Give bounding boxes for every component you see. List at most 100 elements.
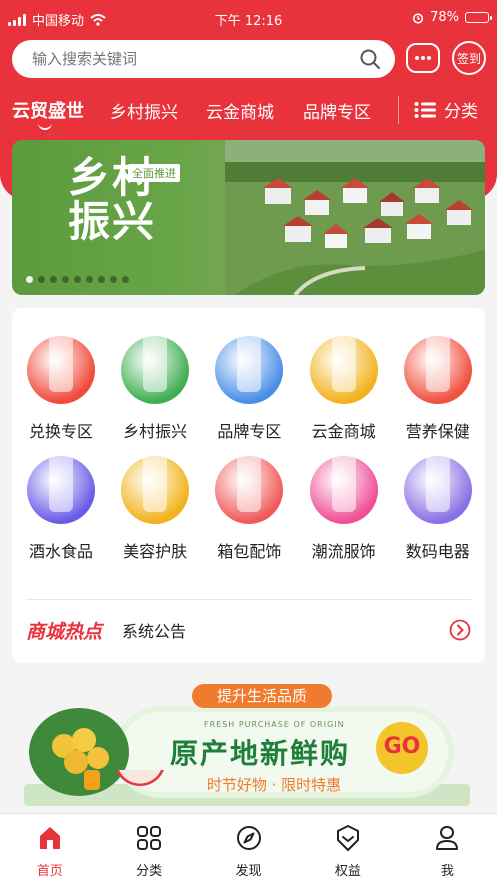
- nav-discover-label: 发现: [235, 864, 262, 879]
- grid-item-fashion[interactable]: 潮流服饰: [297, 446, 391, 562]
- bottom-nav: 首页 分类 发现 权益 我: [0, 813, 497, 883]
- grid-item-digital[interactable]: 数码电器: [391, 446, 485, 562]
- grid-label: 品牌专区: [217, 422, 282, 441]
- category-label: 分类: [444, 102, 478, 122]
- carousel-dot[interactable]: [98, 276, 105, 283]
- grid-item-liquor[interactable]: 酒水食品: [14, 446, 108, 562]
- user-icon: [436, 826, 459, 850]
- grid-item-beauty[interactable]: 美容护肤: [108, 446, 202, 562]
- tab-yunjin[interactable]: 云金商城: [206, 98, 274, 123]
- product-image: [143, 326, 168, 392]
- grid-label: 潮流服饰: [311, 542, 376, 561]
- grid-item-exchange[interactable]: 兑换专区: [14, 326, 108, 442]
- tab-brand[interactable]: 品牌专区: [303, 98, 371, 123]
- carousel-dot[interactable]: [26, 276, 33, 283]
- promo-ribbon: 提升生活品质: [216, 687, 307, 705]
- chevron-right-icon[interactable]: [449, 619, 471, 641]
- product-image: [49, 326, 73, 392]
- grid-label: 云金商城: [311, 422, 376, 441]
- battery-percent: 78%: [430, 10, 459, 25]
- category-button[interactable]: 分类: [414, 97, 478, 122]
- notice-bar[interactable]: 商城热点 系统公告: [26, 610, 471, 650]
- carousel-dot[interactable]: [86, 276, 93, 283]
- grid-label: 美容护肤: [123, 542, 188, 561]
- active-tab-indicator: [38, 122, 52, 130]
- product-image: [331, 446, 356, 512]
- grid-icon-fashion: [309, 446, 378, 524]
- compass-icon: [236, 826, 261, 850]
- grid-label: 营养保健: [405, 422, 470, 441]
- carousel-dot[interactable]: [74, 276, 81, 283]
- category-panel: 兑换专区 乡村振兴 品牌专区 云金商城 营养保健酒水食品 美容护肤 箱包配饰 潮流服饰 数码电器…: [12, 308, 485, 663]
- grid-icon-liquor: [27, 446, 95, 524]
- grid-label: 数码电器: [405, 542, 470, 561]
- message-button[interactable]: [406, 43, 440, 73]
- grid-icon-brand: [215, 326, 284, 404]
- promo-go[interactable]: GO: [380, 734, 424, 759]
- grid-label: 酒水食品: [28, 542, 93, 561]
- product-image: [49, 446, 73, 512]
- message-dots-icon: [415, 56, 431, 60]
- product-image: [143, 446, 168, 512]
- sign-in-label: 签到: [456, 51, 481, 66]
- grid-icon-beauty: [121, 446, 190, 524]
- top-tabs: 云贸盛世 乡村振兴 云金商城 品牌专区 分类: [0, 92, 497, 132]
- product-image: [331, 326, 356, 392]
- tab-divider: [398, 96, 399, 124]
- grid-icon-bags: [215, 446, 284, 524]
- grid-item-bags[interactable]: 箱包配饰: [202, 446, 296, 562]
- carousel-dot[interactable]: [122, 276, 129, 283]
- grid-icon-rural: [121, 326, 190, 404]
- nav-me[interactable]: 我: [398, 814, 497, 883]
- nav-benefits[interactable]: 权益: [298, 814, 397, 883]
- hero-banner[interactable]: 乡村振兴 全面推进: [12, 140, 485, 295]
- grid-label: 兑换专区: [28, 422, 93, 441]
- alarm-icon: [412, 12, 424, 24]
- nav-discover[interactable]: 发现: [199, 814, 298, 883]
- product-image: [425, 326, 450, 392]
- search-icon[interactable]: [359, 48, 381, 70]
- nav-home-label: 首页: [36, 864, 63, 879]
- nav-home[interactable]: 首页: [0, 814, 99, 883]
- banner-tag: 全面推进: [128, 164, 180, 182]
- battery-icon: [465, 12, 492, 23]
- product-image: [237, 446, 262, 512]
- badge-icon: [336, 825, 359, 851]
- grid-item-yunjin[interactable]: 云金商城: [297, 326, 391, 442]
- status-bar: 中国移动 下午 12:16 78%: [0, 0, 497, 36]
- status-right: 78%: [412, 10, 492, 25]
- carousel-dot[interactable]: [62, 276, 69, 283]
- product-image: [237, 326, 262, 392]
- nav-benefits-label: 权益: [334, 864, 361, 879]
- grid-icon: [137, 826, 162, 850]
- grid-icon-yunjin: [309, 326, 378, 404]
- nav-category-label: 分类: [136, 864, 163, 879]
- promo-title: 原产地新鲜购: [170, 737, 351, 770]
- grid-item-health[interactable]: 营养保健: [391, 326, 485, 442]
- carousel-dot[interactable]: [110, 276, 117, 283]
- search-bar[interactable]: [12, 40, 395, 78]
- hot-logo: 商城热点: [26, 620, 103, 643]
- nav-category[interactable]: 分类: [99, 814, 198, 883]
- grid-icon-digital: [403, 446, 472, 524]
- home-icon: [39, 827, 60, 849]
- promo-banner[interactable]: 提升生活品质 FRESH PURCHASE OF ORIGIN 原产地新鲜购 G…: [24, 684, 474, 810]
- search-input[interactable]: [32, 50, 359, 68]
- grid-label: 乡村振兴: [123, 422, 188, 441]
- nav-me-label: 我: [440, 864, 454, 879]
- carousel-dot[interactable]: [38, 276, 45, 283]
- grid-icon-exchange: [27, 326, 95, 404]
- tab-rural[interactable]: 乡村振兴: [110, 98, 178, 123]
- promo-bottom: 时节好物 · 限时特惠: [206, 776, 342, 794]
- tab-yunmao[interactable]: 云贸盛世: [12, 97, 84, 123]
- promo-subtitle: FRESH PURCHASE OF ORIGIN: [204, 720, 345, 729]
- list-icon: [414, 101, 436, 118]
- banner-dots: [26, 276, 129, 283]
- carousel-dot[interactable]: [50, 276, 57, 283]
- village-image: [225, 140, 485, 295]
- grid-item-rural[interactable]: 乡村振兴: [108, 326, 202, 442]
- grid-icon-health: [403, 326, 472, 404]
- sign-in-button[interactable]: 签到: [452, 41, 486, 75]
- grid-item-brand[interactable]: 品牌专区: [202, 326, 296, 442]
- notice-text: 系统公告: [122, 622, 187, 641]
